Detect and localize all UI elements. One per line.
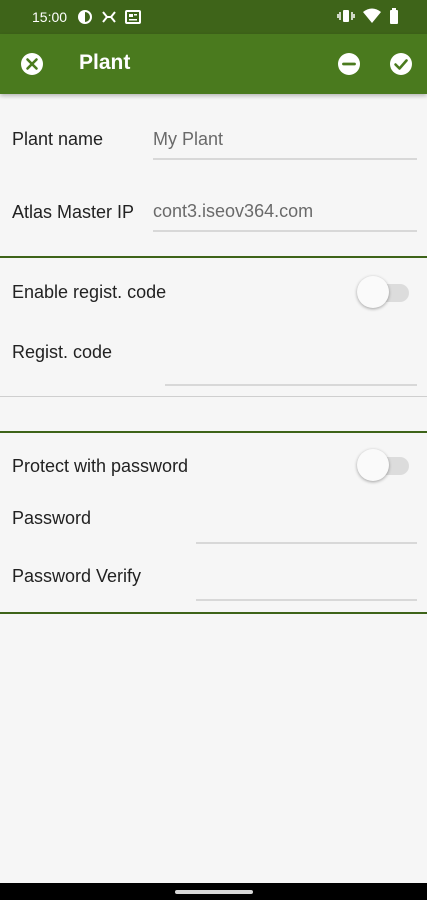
password-verify-field[interactable]: [196, 565, 417, 601]
section-divider: [0, 612, 427, 614]
plant-name-label: Plant name: [12, 129, 104, 149]
vibrate-icon: [337, 8, 355, 27]
enable-regist-code-toggle[interactable]: [357, 275, 413, 309]
network-activity-icon: [101, 9, 117, 25]
section-divider: [0, 431, 427, 433]
status-time: 15:00: [32, 9, 68, 25]
password-field[interactable]: [196, 508, 417, 544]
toggle-thumb: [357, 449, 389, 481]
master-ip-label: Atlas Master IP: [12, 202, 135, 222]
home-gesture-handle[interactable]: [175, 890, 253, 894]
system-nav-bar: [0, 883, 427, 900]
toggle-thumb: [357, 276, 389, 308]
password-label: Password: [12, 508, 92, 528]
section-divider: [0, 256, 427, 258]
enable-regist-code-label: Enable regist. code: [12, 282, 167, 302]
close-button[interactable]: [20, 52, 44, 76]
protect-password-label: Protect with password: [12, 456, 189, 476]
save-button[interactable]: [389, 52, 413, 76]
status-bar: 15:00: [0, 0, 427, 34]
wifi-icon: [363, 8, 381, 27]
battery-icon: [389, 7, 399, 27]
close-icon: [21, 53, 43, 75]
regist-code-field[interactable]: [165, 350, 417, 386]
delete-button[interactable]: [337, 52, 361, 76]
check-circle-icon: [390, 53, 412, 75]
app-bar: Plant: [0, 34, 427, 94]
minus-circle-icon: [338, 53, 360, 75]
section-divider: [0, 396, 427, 397]
master-ip-field[interactable]: cont3.iseov364.com: [153, 196, 417, 232]
regist-code-label: Regist. code: [12, 342, 113, 362]
page-title: Plant: [79, 51, 131, 74]
plant-name-field[interactable]: My Plant: [153, 124, 417, 160]
password-verify-label: Password Verify: [12, 566, 142, 586]
app-notification-icon: [77, 9, 93, 25]
protect-password-toggle[interactable]: [357, 448, 413, 482]
news-icon: [125, 9, 142, 25]
